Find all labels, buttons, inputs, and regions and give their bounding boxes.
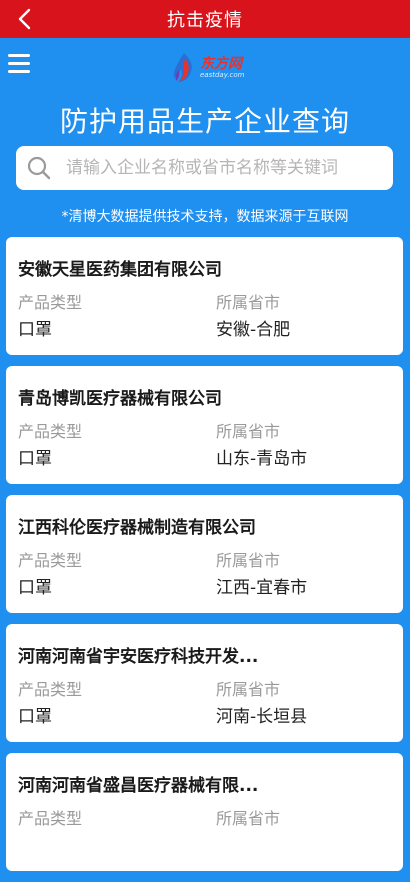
- province-city-value: 江西-宜春市: [216, 578, 308, 598]
- company-name: 河南河南省盛昌医疗器械有限...: [18, 776, 259, 796]
- province-city-value: 河南-长垣县: [216, 707, 308, 727]
- logo-text: 东方网: [200, 56, 242, 72]
- province-city-label: 所属省市: [216, 680, 281, 699]
- eastday-logo: 东方网 eastday.com: [171, 52, 245, 84]
- product-type-label: 产品类型: [18, 551, 83, 570]
- product-type-value: 口罩: [18, 578, 52, 598]
- province-city-label: 所属省市: [216, 809, 281, 828]
- data-source-note: *清博大数据提供技术支持，数据来源于互联网: [61, 209, 349, 225]
- search-input[interactable]: [64, 157, 388, 179]
- company-card[interactable]: 河南河南省宇安医疗科技开发... 产品类型 所属省市 口罩 河南-长垣县: [6, 624, 403, 742]
- product-type-label: 产品类型: [18, 809, 83, 828]
- company-list: 安徽天星医药集团有限公司 产品类型 所属省市 口罩 安徽-合肥 青岛博凯医疗器械…: [6, 237, 403, 882]
- search-header: 东方网 eastday.com 防护用品生产企业查询 *清博大数据提供技术支持，…: [0, 38, 410, 230]
- company-name: 江西科伦医疗器械制造有限公司: [18, 518, 256, 538]
- province-city-label: 所属省市: [216, 293, 281, 312]
- company-name: 安徽天星医药集团有限公司: [18, 260, 222, 280]
- search-title: 防护用品生产企业查询: [59, 105, 350, 138]
- top-navigation-bar: 抗击疫情: [0, 0, 410, 38]
- product-type-label: 产品类型: [18, 422, 83, 441]
- company-card[interactable]: 安徽天星医药集团有限公司 产品类型 所属省市 口罩 安徽-合肥: [6, 237, 403, 355]
- product-type-value: 口罩: [18, 449, 52, 469]
- chevron-left-icon[interactable]: [14, 7, 36, 31]
- province-city-label: 所属省市: [216, 422, 281, 441]
- search-bar[interactable]: [16, 146, 393, 190]
- hamburger-menu-icon[interactable]: [8, 54, 30, 74]
- province-city-value: 山东-青岛市: [216, 449, 308, 469]
- province-city-value: 安徽-合肥: [216, 320, 291, 340]
- product-type-value: 口罩: [18, 320, 52, 340]
- company-card[interactable]: 青岛博凯医疗器械有限公司 产品类型 所属省市 口罩 山东-青岛市: [6, 366, 403, 484]
- company-name: 青岛博凯医疗器械有限公司: [18, 389, 222, 409]
- company-name: 河南河南省宇安医疗科技开发...: [18, 647, 259, 667]
- province-city-label: 所属省市: [216, 551, 281, 570]
- page-title: 抗击疫情: [167, 10, 243, 31]
- product-type-value: 口罩: [18, 707, 52, 727]
- search-icon: [27, 156, 51, 180]
- product-type-label: 产品类型: [18, 680, 83, 699]
- logo-domain: eastday.com: [200, 71, 245, 79]
- company-card[interactable]: 河南河南省盛昌医疗器械有限... 产品类型 所属省市: [6, 753, 403, 871]
- company-card[interactable]: 江西科伦医疗器械制造有限公司 产品类型 所属省市 口罩 江西-宜春市: [6, 495, 403, 613]
- product-type-label: 产品类型: [18, 293, 83, 312]
- logo-flame-icon: [173, 53, 192, 82]
